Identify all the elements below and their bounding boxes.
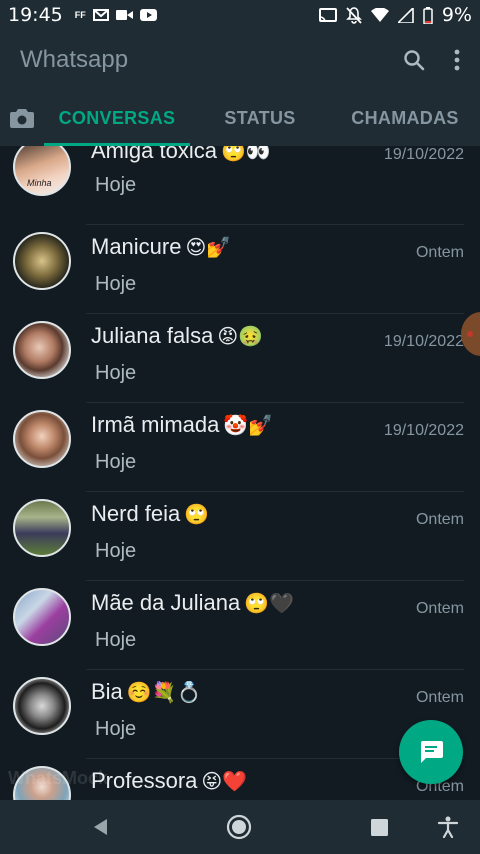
new-chat-button[interactable] xyxy=(399,720,463,784)
chat-emoji: 😝❤️ xyxy=(201,769,248,793)
app-title: Whatsapp xyxy=(20,46,129,73)
chat-name: Mãe da Juliana xyxy=(91,590,241,615)
recents-button[interactable] xyxy=(349,800,409,854)
battery-percent: 9% xyxy=(441,4,472,26)
chat-name: Manicure xyxy=(91,234,182,259)
tab-bar: CONVERSAS STATUS CHAMADAS xyxy=(0,90,480,146)
chat-preview: Hoje xyxy=(95,540,137,562)
ff-icon: FF xyxy=(74,10,86,20)
chat-date: Ontem xyxy=(415,511,464,528)
wifi-icon xyxy=(370,8,389,22)
avatar xyxy=(13,588,71,646)
accessibility-icon xyxy=(438,816,458,838)
watermark: WhatsMock xyxy=(8,768,109,788)
chat-name: Irmã mimada xyxy=(91,412,220,437)
chat-emoji: ☺️💐💍 xyxy=(126,680,202,704)
more-options-icon[interactable] xyxy=(454,49,460,71)
avatar: Minha xyxy=(13,146,71,196)
chat-emoji: 😍💅 xyxy=(185,235,232,259)
chat-emoji: 🙄🖤 xyxy=(244,591,295,615)
recents-icon xyxy=(370,818,388,836)
avatar-label: Minha xyxy=(27,178,52,188)
tab-chamadas[interactable]: CHAMADAS xyxy=(330,90,480,146)
avatar xyxy=(13,677,71,735)
home-icon xyxy=(226,814,252,840)
chat-emoji: 😡🤢 xyxy=(217,324,264,348)
tab-conversas[interactable]: CONVERSAS xyxy=(44,90,190,146)
chat-date: Ontem xyxy=(415,600,464,617)
chat-preview: Hoje xyxy=(95,451,137,473)
home-button[interactable] xyxy=(209,800,269,854)
chat-date: 19/10/2022 xyxy=(383,333,464,350)
tab-status[interactable]: STATUS xyxy=(190,90,330,146)
chat-name: Juliana falsa xyxy=(91,323,214,348)
chat-date: Ontem xyxy=(415,244,464,261)
notification-icons: FF xyxy=(75,9,157,21)
chat-preview: Hoje xyxy=(95,174,137,196)
accessibility-button[interactable] xyxy=(418,800,478,854)
back-icon xyxy=(94,819,107,835)
video-icon xyxy=(115,10,133,20)
chat-date: 19/10/2022 xyxy=(383,146,464,163)
chat-row[interactable]: Manicure 😍💅 Ontem Hoje xyxy=(0,225,480,314)
chat-row[interactable]: Irmã mimada 🤡💅 19/10/2022 Hoje xyxy=(0,403,480,492)
chat-preview: Hoje xyxy=(95,718,137,740)
chat-row[interactable]: Juliana falsa 😡🤢 19/10/2022 Hoje xyxy=(0,314,480,403)
app-bar: Whatsapp xyxy=(0,30,480,90)
back-button[interactable] xyxy=(70,800,130,854)
chat-row[interactable]: Mãe da Juliana 🙄🖤 Ontem Hoje xyxy=(0,581,480,670)
tab-camera[interactable] xyxy=(0,90,44,146)
chat-list: Minha Amiga tóxica 🙄👀 19/10/2022 Hoje Man… xyxy=(0,146,480,800)
chat-row[interactable]: Minha Amiga tóxica 🙄👀 19/10/2022 Hoje xyxy=(0,146,480,225)
status-time: 19:45 xyxy=(8,4,63,26)
cast-icon xyxy=(318,7,337,22)
avatar xyxy=(13,321,71,379)
chat-date: Ontem xyxy=(415,689,464,706)
chat-preview: Hoje xyxy=(95,362,137,384)
camera-icon xyxy=(10,109,34,128)
chat-emoji: 🤡💅 xyxy=(223,413,274,437)
avatar xyxy=(13,232,71,290)
battery-icon xyxy=(423,6,433,24)
chat-emoji: 🙄 xyxy=(184,502,210,526)
chat-row[interactable]: Nerd feia 🙄 Ontem Hoje xyxy=(0,492,480,581)
message-icon xyxy=(421,741,443,763)
avatar xyxy=(13,410,71,468)
chat-preview: Hoje xyxy=(95,629,137,651)
mute-icon xyxy=(345,6,362,24)
gmail-icon xyxy=(92,9,109,21)
system-icons: 9% xyxy=(318,4,472,26)
avatar xyxy=(13,499,71,557)
chat-date: 19/10/2022 xyxy=(383,422,464,439)
chat-name: Nerd feia xyxy=(91,501,181,526)
chat-name: Amiga tóxica xyxy=(91,146,217,163)
status-bar: 19:45 FF 9% xyxy=(0,0,480,30)
chat-name: Bia xyxy=(91,679,123,704)
system-nav-bar xyxy=(0,800,480,854)
signal-icon xyxy=(397,7,414,23)
chat-preview: Hoje xyxy=(95,273,137,295)
youtube-icon xyxy=(139,9,157,21)
search-icon[interactable] xyxy=(402,48,426,72)
chat-emoji: 🙄👀 xyxy=(220,146,271,163)
